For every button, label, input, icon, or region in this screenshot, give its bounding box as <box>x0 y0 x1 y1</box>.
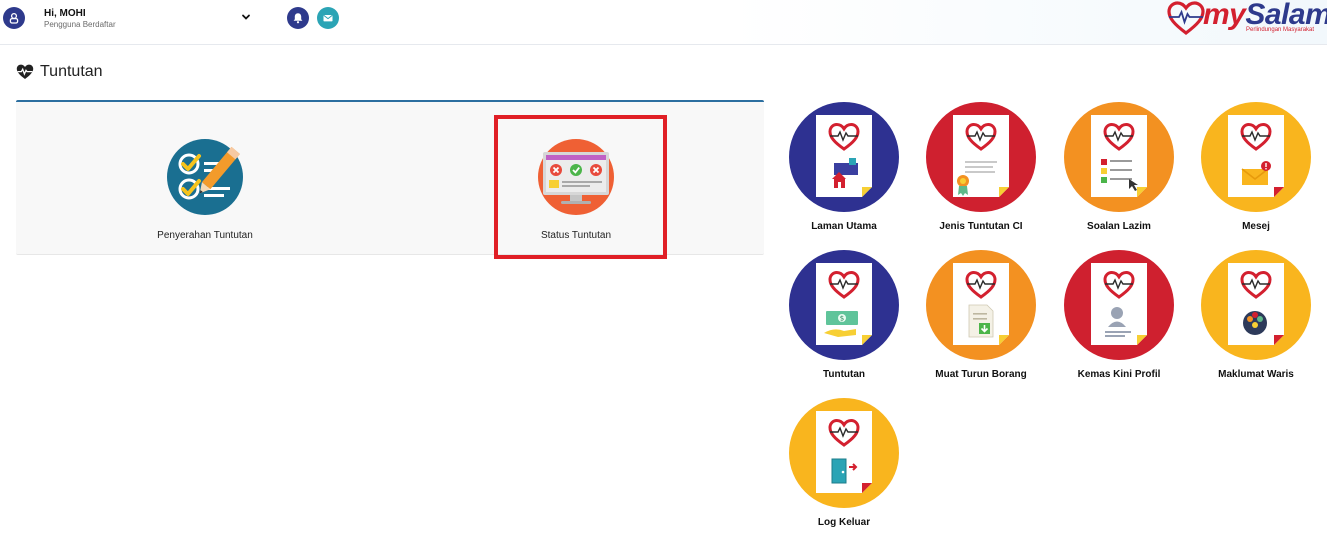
home-icon <box>789 102 899 212</box>
certificate-icon <box>926 102 1036 212</box>
update-profile-tile[interactable]: Kemas Kini Profil <box>1054 249 1184 389</box>
family-icon <box>1201 250 1311 360</box>
logout-door-icon <box>789 398 899 508</box>
envelope-icon <box>1201 102 1311 212</box>
claim-types-tile[interactable]: Jenis Tuntutan CI <box>916 101 1046 241</box>
download-form-tile[interactable]: Muat Turun Borang <box>916 249 1046 389</box>
page-title: Tuntutan <box>40 63 103 80</box>
envelope-icon <box>323 15 333 22</box>
tile-label: Soalan Lazim <box>1087 221 1151 232</box>
money-icon: $ <box>789 250 899 360</box>
message-button[interactable] <box>317 7 339 29</box>
messages-tile[interactable]: Mesej <box>1191 101 1321 241</box>
user-greeting: Hi, MOHI <box>44 8 86 19</box>
heart-pulse-logo-icon <box>1167 1 1205 36</box>
tile-label: Kemas Kini Profil <box>1077 369 1161 380</box>
tile-label: Muat Turun Borang <box>935 369 1027 380</box>
claim-status-label: Status Tuntutan <box>540 230 612 241</box>
profile-icon <box>1064 250 1174 360</box>
checklist-pencil-icon <box>167 139 243 215</box>
home-tile[interactable]: Laman Utama <box>779 101 909 241</box>
tile-label: Mesej <box>1242 221 1270 232</box>
svg-text:$: $ <box>840 315 844 323</box>
submit-claim-option[interactable]: Penyerahan Tuntutan <box>115 138 295 278</box>
page-heading: Tuntutan <box>16 63 103 81</box>
logout-tile[interactable]: Log Keluar <box>779 397 909 537</box>
tile-label: Jenis Tuntutan CI <box>939 221 1023 232</box>
submit-claim-label: Penyerahan Tuntutan <box>157 230 253 241</box>
brand-tagline: Perlindungan Masyarakat <box>1246 27 1315 33</box>
tile-label: Laman Utama <box>811 221 877 232</box>
claim-status-option[interactable]: Status Tuntutan <box>486 138 666 278</box>
user-icon[interactable] <box>3 7 25 29</box>
bell-icon <box>293 13 303 24</box>
heart-pulse-icon <box>16 64 34 79</box>
claims-tile[interactable]: $ Tuntutan <box>779 249 909 389</box>
user-role: Pengguna Berdaftar <box>44 19 116 29</box>
heirs-info-tile[interactable]: Maklumat Waris <box>1191 249 1321 389</box>
tile-label: Maklumat Waris <box>1218 369 1294 380</box>
faq-tile[interactable]: Soalan Lazim <box>1054 101 1184 241</box>
faq-icon <box>1064 102 1174 212</box>
top-bar: Hi, MOHI Pengguna Berdaftar mySalam Perl… <box>0 0 1327 45</box>
tile-label: Tuntutan <box>822 369 866 380</box>
mysalam-logo[interactable]: mySalam Perlindungan Masyarakat <box>1167 0 1327 41</box>
tile-label: Log Keluar <box>817 517 871 528</box>
claims-panel: Penyerahan Tuntutan Status Tuntutan <box>16 100 764 255</box>
download-form-icon <box>926 250 1036 360</box>
notification-button[interactable] <box>287 7 309 29</box>
chevron-down-icon[interactable] <box>240 10 252 22</box>
monitor-status-icon <box>538 139 614 215</box>
user-menu[interactable]: Hi, MOHI Pengguna Berdaftar <box>44 8 116 29</box>
